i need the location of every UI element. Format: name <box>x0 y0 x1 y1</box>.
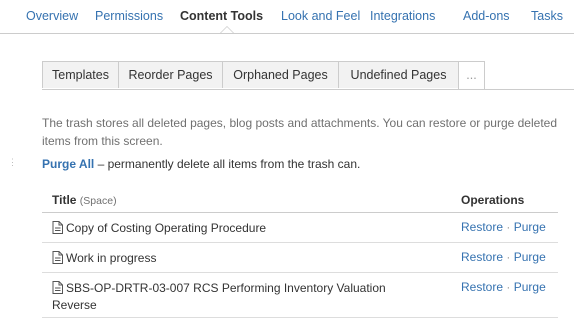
active-tab-indicator <box>220 26 234 33</box>
row-title-text[interactable]: SBS-OP-DRTR-03-007 RCS Performing Invent… <box>52 281 386 312</box>
page-icon <box>52 281 63 294</box>
row-title: Copy of Costing Operating Procedure <box>52 220 422 237</box>
tab-undefined-pages[interactable]: Undefined Pages <box>338 61 459 88</box>
tabs-divider <box>42 89 574 90</box>
purge-link[interactable]: Purge <box>514 280 546 294</box>
row-operations: Restore · Purge <box>461 250 546 264</box>
nav-add-ons[interactable]: Add-ons <box>463 9 510 23</box>
row-operations: Restore · Purge <box>461 280 546 294</box>
nav-permissions[interactable]: Permissions <box>95 9 163 23</box>
restore-link[interactable]: Restore <box>461 250 503 264</box>
purge-all-text: – permanently delete all items from the … <box>94 157 361 171</box>
tab-more[interactable]: ... <box>458 61 485 90</box>
purge-link[interactable]: Purge <box>514 220 546 234</box>
table-row: SBS-OP-DRTR-03-007 RCS Performing Invent… <box>42 273 558 318</box>
row-title: SBS-OP-DRTR-03-007 RCS Performing Invent… <box>52 280 422 314</box>
nav-integrations[interactable]: Integrations <box>370 9 435 23</box>
row-title-text[interactable]: Work in progress <box>66 251 156 265</box>
table-row: Copy of Costing Operating Procedure Rest… <box>42 213 558 243</box>
ops-separator: · <box>506 280 511 294</box>
purge-all-link[interactable]: Purge All <box>42 157 94 171</box>
nav-overview[interactable]: Overview <box>26 9 78 23</box>
trash-description: The trash stores all deleted pages, blog… <box>42 116 557 148</box>
space-admin-nav: Overview Permissions Content Tools Look … <box>0 0 574 34</box>
nav-tasks[interactable]: Tasks <box>531 9 563 23</box>
ops-separator: · <box>506 220 511 234</box>
ops-separator: · <box>506 250 511 264</box>
page-icon <box>52 251 63 264</box>
restore-link[interactable]: Restore <box>461 280 503 294</box>
page-icon <box>52 221 63 234</box>
nav-look-and-feel[interactable]: Look and Feel <box>281 9 360 23</box>
table-header: Title (Space) Operations <box>42 185 558 213</box>
tab-templates[interactable]: Templates <box>42 61 119 88</box>
purge-link[interactable]: Purge <box>514 250 546 264</box>
row-title-text[interactable]: Copy of Costing Operating Procedure <box>66 221 266 235</box>
row-title: Work in progress <box>52 250 422 267</box>
trash-table: Title (Space) Operations Copy of Costing… <box>42 185 558 318</box>
sidebar-resize-grip[interactable]: ⋮ <box>8 158 17 180</box>
space-column-note: (Space) <box>79 195 117 207</box>
nav-content-tools[interactable]: Content Tools <box>180 9 263 23</box>
row-operations: Restore · Purge <box>461 220 546 234</box>
title-column-header: Title (Space) <box>52 193 117 207</box>
tab-reorder-pages[interactable]: Reorder Pages <box>118 61 223 88</box>
restore-link[interactable]: Restore <box>461 220 503 234</box>
tab-orphaned-pages[interactable]: Orphaned Pages <box>222 61 339 88</box>
operations-column-header: Operations <box>461 193 525 207</box>
table-row: Work in progress Restore · Purge <box>42 243 558 273</box>
purge-all-line: Purge All – permanently delete all items… <box>42 157 360 171</box>
